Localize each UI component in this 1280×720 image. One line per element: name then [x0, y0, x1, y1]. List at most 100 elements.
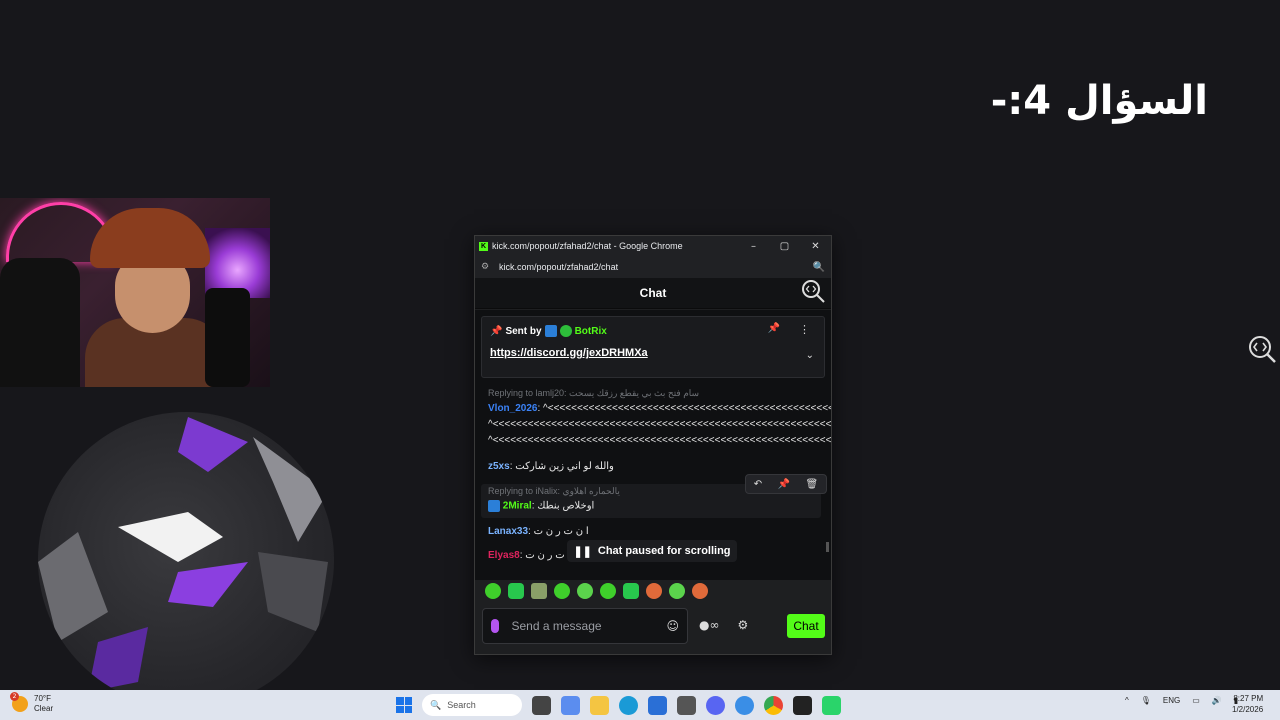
message-text: والله لو اني زين شاركت [515, 461, 614, 472]
unpin-icon[interactable]: 📌 [768, 323, 780, 334]
chat-message: 2Miral: اوخلاص بنطك [488, 500, 594, 512]
discord-icon[interactable] [706, 695, 725, 715]
more-options-icon[interactable]: ⋮ [799, 323, 810, 336]
chat-header: Chat [475, 278, 831, 309]
lightning-logo-icon [38, 417, 328, 692]
message-text: اوخلاص بنطك [537, 500, 595, 512]
emote-icon[interactable] [669, 583, 685, 599]
chrome-icon[interactable] [764, 695, 783, 715]
message-username[interactable]: Lanax33 [488, 526, 528, 537]
language-indicator[interactable]: ENG [1163, 696, 1180, 705]
emote-icon[interactable] [531, 583, 547, 599]
window-title: kick.com/popout/zfahad2/chat - Google Ch… [492, 241, 683, 251]
message-text: ا ن ت ر ن ت [533, 526, 589, 537]
network-icon[interactable]: ▭ [1192, 696, 1200, 705]
system-tray: ^ 🎙 ENG ▭ 🔊 ▮ [1125, 696, 1238, 705]
pinned-discord-link[interactable]: https://discord.gg/jexDRHMXa [490, 347, 648, 359]
streamer-hat [90, 208, 210, 268]
pin-icon: 📌 [490, 325, 503, 337]
window-titlebar: K kick.com/popout/zfahad2/chat - Google … [475, 236, 831, 256]
emote-icon[interactable] [646, 583, 662, 599]
emote-icon[interactable] [577, 583, 593, 599]
copilot-icon[interactable] [561, 695, 580, 715]
paused-label: Chat paused for scrolling [597, 545, 731, 557]
minimize-button[interactable]: – [738, 241, 769, 252]
scrollbar-thumb[interactable] [826, 542, 829, 552]
pin-icon[interactable]: 📌 [778, 479, 790, 490]
reply-icon[interactable]: ↶ [754, 479, 762, 490]
close-button[interactable]: ✕ [800, 241, 831, 252]
weather-alert-badge: 2 [10, 692, 19, 701]
app-icon[interactable] [677, 695, 696, 715]
windows-taskbar: 2 70°F Clear 🔍 Search ^ 🎙 ENG ▭ 🔊 ▮ 8:27… [0, 690, 1280, 720]
pause-icon: ❚❚ [573, 545, 592, 558]
task-view-icon[interactable] [532, 695, 551, 715]
moderator-badge-icon [544, 325, 557, 337]
message-actions: ↶ 📌 🗑 [745, 474, 827, 494]
edge-icon[interactable] [619, 695, 638, 715]
gaming-chair [0, 258, 80, 387]
message-text: ^<<<<<<<<<<<<<<<<<<<<<<<<<<<<<<<<<<<<<<<… [543, 403, 831, 414]
emote-icon[interactable] [623, 583, 639, 599]
maximize-button[interactable]: ▢ [769, 241, 800, 252]
taskbar-clock[interactable]: 8:27 PM 1/2/2026 [1232, 693, 1263, 715]
chat-message: Lanax33: ا ن ت ر ن ت [488, 526, 589, 537]
sent-by-label: Sent by [505, 325, 542, 337]
stream-logo-circle [38, 412, 334, 708]
chat-messages[interactable]: 📌 Sent by BotRix https://discord.gg/jexD… [475, 310, 831, 580]
taskbar-apps: 🔍 Search [396, 694, 841, 716]
weather-temp: 70°F [34, 694, 51, 703]
reply-indicator[interactable]: Replying to iNalix: يالحماره اهلاوي [488, 486, 620, 497]
message-text: ^<<<<<<<<<<<<<<<<<<<<<<<<<<<<<<<<<<<<<<<… [488, 419, 831, 430]
chrome-popup-window: K kick.com/popout/zfahad2/chat - Google … [474, 235, 832, 655]
zoom-icon[interactable] [1247, 334, 1277, 364]
message-text: ^<<<<<<<<<<<<<<<<<<<<<<<<<<<<<<<<<<<<<<<… [488, 435, 831, 446]
delete-icon[interactable]: 🗑 [806, 479, 819, 490]
windows-start-icon[interactable] [396, 697, 412, 713]
moderator-badge-icon [488, 500, 500, 512]
pinned-message: 📌 Sent by BotRix https://discord.gg/jexD… [481, 316, 825, 378]
kick-favicon-icon: K [479, 241, 488, 251]
address-bar[interactable]: ⚙ kick.com/popout/zfahad2/chat 🔍 [475, 256, 831, 278]
taskbar-search[interactable]: 🔍 Search [422, 694, 522, 716]
emote-quickbar [485, 583, 708, 599]
microphone-icon[interactable]: 🎙 [1141, 696, 1151, 705]
points-icon[interactable]: ●∞ [699, 618, 719, 632]
webcam-overlay [0, 198, 270, 387]
app-icon[interactable] [735, 695, 754, 715]
store-icon[interactable] [648, 695, 667, 715]
emote-icon[interactable] [554, 583, 570, 599]
chat-header-title: Chat [639, 286, 667, 300]
file-explorer-icon[interactable] [590, 695, 609, 715]
emoji-picker-icon[interactable]: ☺ [666, 619, 679, 633]
chat-message: z5xs: والله لو اني زين شاركت [488, 461, 614, 472]
send-chat-button[interactable]: Chat [787, 614, 825, 638]
zoom-indicator-icon[interactable]: 🔍 [813, 262, 825, 273]
emote-icon[interactable] [692, 583, 708, 599]
chevron-down-icon[interactable]: ⌄ [806, 350, 814, 361]
app-icon[interactable] [822, 695, 841, 715]
pinned-author[interactable]: BotRix [575, 326, 607, 337]
microphone-icon[interactable] [491, 619, 500, 633]
message-username[interactable]: Vlon_2026 [488, 403, 537, 414]
emote-icon[interactable] [600, 583, 616, 599]
microphone [205, 288, 250, 387]
clock-time: 8:27 PM [1233, 694, 1264, 703]
gear-icon[interactable]: ⚙ [737, 618, 748, 632]
site-settings-icon[interactable]: ⚙ [481, 262, 499, 272]
address-url[interactable]: kick.com/popout/zfahad2/chat [499, 262, 813, 272]
message-username[interactable]: Elyas8 [488, 550, 520, 561]
reply-indicator[interactable]: Replying to lamlj20: سام فتح بث بي يقطع … [488, 388, 699, 399]
message-username[interactable]: z5xs [488, 461, 510, 472]
weather-widget[interactable]: 2 70°F Clear [10, 692, 54, 714]
chat-message-input[interactable] [511, 619, 667, 633]
capcut-icon[interactable] [793, 695, 812, 715]
emote-icon[interactable] [508, 583, 524, 599]
volume-icon[interactable]: 🔊 [1212, 696, 1222, 705]
weather-condition: Clear [34, 704, 54, 713]
zoom-icon[interactable] [800, 278, 826, 304]
message-username[interactable]: 2Miral [503, 501, 532, 512]
chevron-up-icon[interactable]: ^ [1125, 696, 1129, 705]
emote-icon[interactable] [485, 583, 501, 599]
chat-paused-banner[interactable]: ❚❚ Chat paused for scrolling [567, 540, 737, 562]
